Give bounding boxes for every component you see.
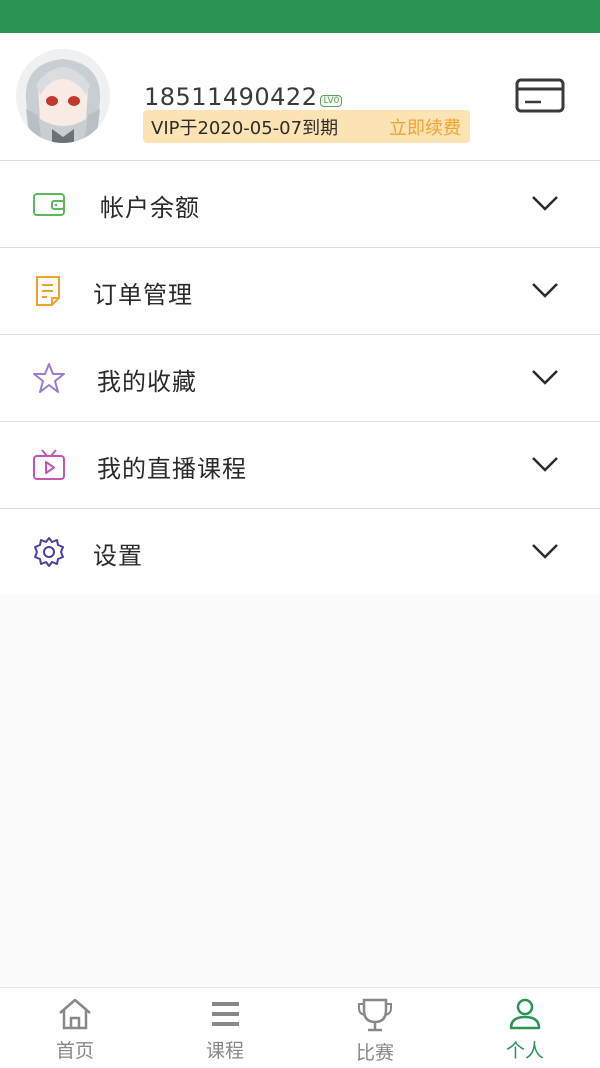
menu-item-live-courses[interactable]: 我的直播课程 (0, 422, 600, 509)
tab-label: 个人 (505, 1040, 544, 1062)
menu-item-account-balance[interactable]: 帐户余额 (0, 161, 600, 248)
menu-item-order-management[interactable]: 订单管理 (0, 248, 600, 335)
order-list-icon (32, 274, 66, 308)
tab-label: 比赛 (355, 1042, 394, 1064)
menu-item-label: 设置 (93, 542, 143, 570)
tab-profile[interactable]: 个人 (450, 988, 600, 1068)
card-icon[interactable] (515, 78, 565, 114)
gear-icon (32, 535, 66, 569)
person-icon (505, 996, 545, 1032)
chevron-down-icon (530, 278, 560, 302)
tab-courses[interactable]: 课程 (150, 988, 300, 1068)
vip-expiry-text: VIP于2020-05-07到期 (151, 117, 339, 139)
status-bar (0, 0, 600, 33)
chevron-down-icon (530, 191, 560, 215)
user-phone: 18511490422 (144, 83, 318, 111)
menu-item-label: 我的直播课程 (97, 455, 247, 483)
menu-item-label: 我的收藏 (97, 368, 197, 396)
level-badge: LV0 (320, 95, 343, 107)
wallet-icon (32, 187, 66, 221)
avatar-image (16, 49, 110, 143)
menu-item-label: 订单管理 (93, 281, 193, 309)
chevron-down-icon (530, 539, 560, 563)
menu-list: 帐户余额 订单管理 我的收藏 我的直播课程 设置 (0, 161, 600, 596)
tab-home[interactable]: 首页 (0, 988, 150, 1068)
star-icon (32, 361, 66, 395)
profile-header: 18511490422 LV0 VIP于2020-05-07到期 立即续费 (0, 33, 600, 161)
tab-label: 首页 (55, 1040, 94, 1062)
avatar[interactable] (16, 49, 110, 143)
menu-item-settings[interactable]: 设置 (0, 509, 600, 596)
menu-lines-icon (205, 996, 245, 1032)
menu-item-favorites[interactable]: 我的收藏 (0, 335, 600, 422)
tab-competition[interactable]: 比赛 (300, 988, 450, 1068)
empty-content-area (0, 594, 600, 987)
tab-label: 课程 (205, 1040, 244, 1062)
bottom-tab-bar: 首页 课程 比赛 个人 (0, 987, 600, 1067)
trophy-icon (355, 996, 395, 1032)
chevron-down-icon (530, 365, 560, 389)
chevron-down-icon (530, 452, 560, 476)
vip-bar: VIP于2020-05-07到期 立即续费 (143, 110, 470, 143)
renew-button[interactable]: 立即续费 (389, 114, 461, 140)
menu-item-label: 帐户余额 (100, 194, 200, 222)
tv-play-icon (32, 448, 66, 482)
home-icon (55, 996, 95, 1032)
